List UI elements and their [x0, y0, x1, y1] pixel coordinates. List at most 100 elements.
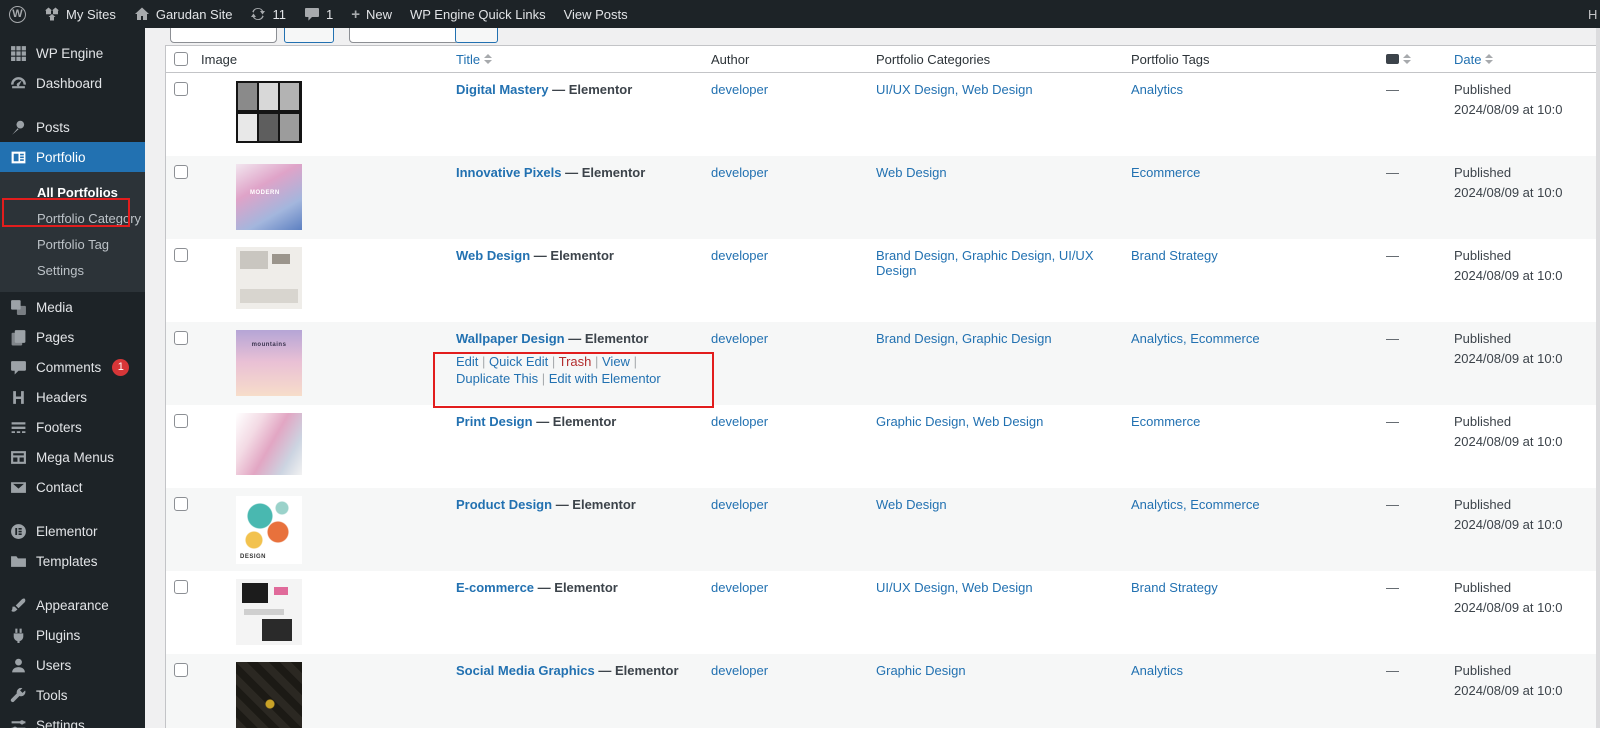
sidebar-item-dashboard[interactable]: Dashboard [0, 68, 145, 98]
portfolio-thumbnail[interactable] [236, 579, 302, 645]
tags-links[interactable]: Ecommerce [1131, 414, 1200, 429]
sidebar-item-wp-engine[interactable]: WP Engine [0, 38, 145, 68]
portfolio-thumbnail[interactable]: DESIGN [236, 496, 302, 564]
view-posts-menu[interactable]: View Posts [555, 0, 637, 28]
tags-links[interactable]: Brand Strategy [1131, 248, 1218, 263]
publish-status: Published [1454, 497, 1598, 512]
author-link[interactable]: developer [711, 82, 768, 97]
categories-links[interactable]: Graphic Design, Web Design [876, 414, 1043, 429]
portfolio-thumbnail[interactable] [236, 247, 302, 309]
row-checkbox[interactable] [174, 414, 188, 428]
portfolio-thumbnail[interactable] [236, 662, 302, 728]
sidebar-item-headers[interactable]: Headers [0, 382, 145, 412]
select-all-checkbox[interactable] [174, 52, 188, 66]
filter-button-2[interactable] [455, 28, 498, 43]
portfolio-title-link[interactable]: Print Design [456, 414, 536, 429]
author-link[interactable]: developer [711, 580, 768, 595]
author-link[interactable]: developer [711, 165, 768, 180]
sidebar-item-media[interactable]: Media [0, 292, 145, 322]
author-link[interactable]: developer [711, 248, 768, 263]
categories-links[interactable]: UI/UX Design, Web Design [876, 82, 1033, 97]
howdy-partial[interactable]: H [1588, 7, 1600, 22]
categories-links[interactable]: Web Design [876, 165, 947, 180]
row-checkbox[interactable] [174, 497, 188, 511]
portfolio-thumbnail[interactable]: MODERN [236, 164, 302, 230]
sidebar-item-posts[interactable]: Posts [0, 112, 145, 142]
sidebar-item-plugins[interactable]: Plugins [0, 620, 145, 650]
sidebar-item-label: WP Engine [36, 46, 103, 61]
row-action-quick-edit[interactable]: Quick Edit [489, 354, 548, 369]
sidebar-item-mega-menus[interactable]: Mega Menus [0, 442, 145, 472]
sidebar-item-footers[interactable]: Footers [0, 412, 145, 442]
portfolio-thumbnail[interactable]: mountains [236, 330, 302, 396]
categories-links[interactable]: UI/UX Design, Web Design [876, 580, 1033, 595]
portfolio-title-link[interactable]: Digital Mastery [456, 82, 552, 97]
portfolio-title-link[interactable]: Wallpaper Design [456, 331, 568, 346]
sidebar-item-contact[interactable]: Contact [0, 472, 145, 502]
row-action-view[interactable]: View [602, 354, 630, 369]
author-link[interactable]: developer [711, 414, 768, 429]
tags-links[interactable]: Analytics, Ecommerce [1131, 331, 1260, 346]
filter-date-select[interactable] [170, 28, 277, 43]
row-action-edit-with-elementor[interactable]: Edit with Elementor [549, 371, 661, 386]
sidebar-item-portfolio[interactable]: Portfolio [0, 142, 145, 172]
column-header-comments[interactable] [1386, 54, 1411, 64]
categories-links[interactable]: Brand Design, Graphic Design, UI/UX Desi… [876, 248, 1093, 278]
sidebar-item-comments[interactable]: Comments1 [0, 352, 145, 382]
tags-links[interactable]: Analytics [1131, 663, 1183, 678]
portfolio-title-link[interactable]: Product Design [456, 497, 556, 512]
wpengine-quick-links-menu[interactable]: WP Engine Quick Links [401, 0, 555, 28]
updates-menu[interactable]: 11 [241, 0, 295, 28]
tags-links[interactable]: Analytics, Ecommerce [1131, 497, 1260, 512]
row-checkbox[interactable] [174, 165, 188, 179]
site-name-menu[interactable]: Garudan Site [125, 0, 242, 28]
filter-button-1[interactable] [284, 28, 334, 43]
sidebar-item-pages[interactable]: Pages [0, 322, 145, 352]
row-checkbox[interactable] [174, 248, 188, 262]
publish-date: 2024/08/09 at 10:07 am [1454, 683, 1562, 698]
sidebar-item-settings[interactable]: Settings [0, 710, 145, 728]
categories-links[interactable]: Brand Design, Graphic Design [876, 331, 1052, 346]
sidebar-item-appearance[interactable]: Appearance [0, 590, 145, 620]
wordpress-menu[interactable]: W [0, 0, 35, 28]
filter-category-select[interactable] [349, 28, 459, 43]
comments-menu[interactable]: 1 [295, 0, 342, 28]
sidebar-subitem-all-portfolios[interactable]: All Portfolios [0, 179, 145, 205]
portfolio-thumbnail[interactable] [236, 413, 302, 475]
tags-links[interactable]: Ecommerce [1131, 165, 1200, 180]
sidebar-item-templates[interactable]: Templates [0, 546, 145, 576]
vertical-scrollbar[interactable] [1596, 28, 1600, 728]
column-header-date[interactable]: Date [1454, 52, 1493, 67]
sidebar-subitem-portfolio-category[interactable]: Portfolio Category [0, 205, 145, 231]
tags-links[interactable]: Analytics [1131, 82, 1183, 97]
row-checkbox[interactable] [174, 663, 188, 677]
row-action-duplicate-this[interactable]: Duplicate This [456, 371, 538, 386]
categories-links[interactable]: Graphic Design [876, 663, 966, 678]
portfolio-title-link[interactable]: E-commerce [456, 580, 538, 595]
author-link[interactable]: developer [711, 331, 768, 346]
row-checkbox[interactable] [174, 331, 188, 345]
portfolio-title-link[interactable]: Social Media Graphics [456, 663, 598, 678]
portfolio-title-link[interactable]: Innovative Pixels [456, 165, 565, 180]
new-content-menu[interactable]: + New [342, 0, 401, 28]
sidebar-subitem-portfolio-settings[interactable]: Settings [0, 257, 145, 283]
author-link[interactable]: developer [711, 663, 768, 678]
row-checkbox[interactable] [174, 580, 188, 594]
row-action-trash[interactable]: Trash [559, 354, 592, 369]
author-link[interactable]: developer [711, 497, 768, 512]
sidebar-subitem-portfolio-tag[interactable]: Portfolio Tag [0, 231, 145, 257]
sidebar-item-tools[interactable]: Tools [0, 680, 145, 710]
portfolio-title-link[interactable]: Web Design [456, 248, 534, 263]
column-header-title[interactable]: Title [456, 52, 492, 67]
portfolio-thumbnail[interactable] [236, 81, 302, 143]
row-checkbox[interactable] [174, 82, 188, 96]
categories-links[interactable]: Web Design [876, 497, 947, 512]
tags-links[interactable]: Brand Strategy [1131, 580, 1218, 595]
my-sites-menu[interactable]: My Sites [35, 0, 125, 28]
comment-count-empty: — [1386, 497, 1399, 512]
comment-bubble-icon [10, 359, 27, 376]
sidebar-item-users[interactable]: Users [0, 650, 145, 680]
update-count: 11 [272, 7, 286, 22]
sidebar-item-elementor[interactable]: Elementor [0, 516, 145, 546]
row-action-edit[interactable]: Edit [456, 354, 478, 369]
